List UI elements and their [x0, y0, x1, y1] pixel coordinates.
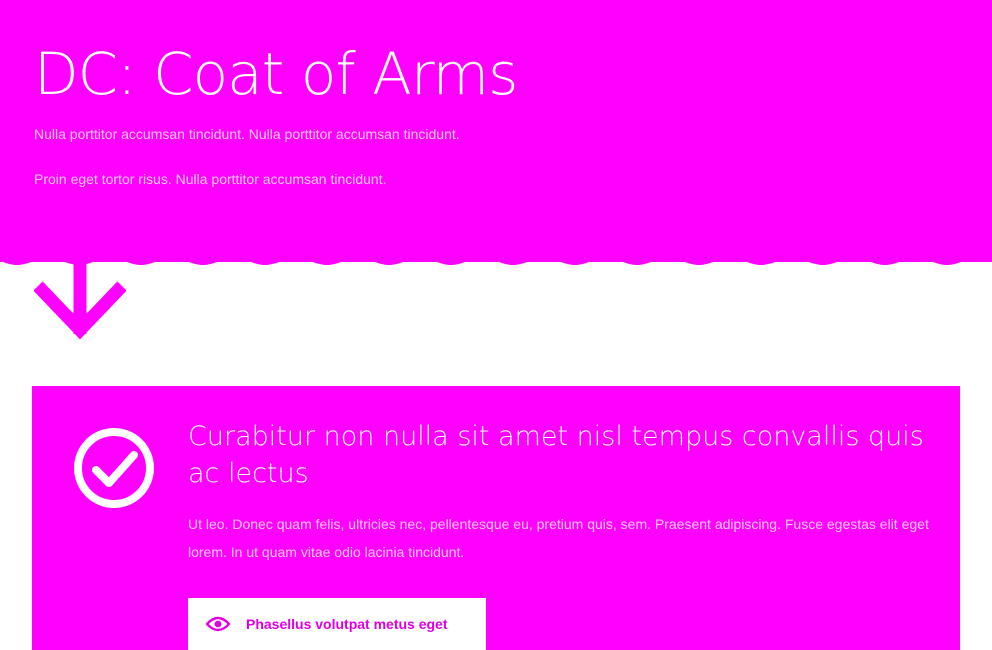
hero-paragraph: Nulla porttitor accumsan tincidunt. Null… — [34, 126, 460, 142]
check-circle-icon — [74, 428, 154, 508]
page-title: DC: Coat of Arms — [34, 40, 518, 108]
button-label: Phasellus volutpat metus eget — [246, 616, 448, 632]
arrow-down-icon — [34, 264, 126, 340]
feature-card: Curabitur non nulla sit amet nisl tempus… — [32, 386, 960, 650]
eye-icon — [206, 616, 230, 632]
hero-section: DC: Coat of Arms Nulla porttitor accumsa… — [0, 0, 992, 262]
wave-divider — [0, 250, 992, 265]
feature-description: Ut leo. Donec quam felis, ultricies nec,… — [188, 516, 929, 560]
phasellus-button[interactable]: Phasellus volutpat metus eget — [188, 598, 486, 650]
hero-paragraph: Proin eget tortor risus. Nulla porttitor… — [34, 171, 387, 187]
feature-title: Curabitur non nulla sit amet nisl tempus… — [188, 421, 924, 489]
